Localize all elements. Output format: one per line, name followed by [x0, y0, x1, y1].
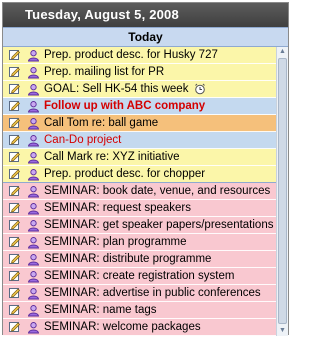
person-icon[interactable]: [25, 302, 41, 318]
task-row[interactable]: SEMINAR: create registration system: [3, 268, 276, 285]
task-text[interactable]: Call Tom re: ball game: [44, 115, 158, 131]
person-icon[interactable]: [25, 217, 41, 233]
task-row[interactable]: GOAL: Sell HK-54 this week: [3, 81, 276, 98]
edit-pencil-icon[interactable]: [7, 115, 23, 131]
person-icon[interactable]: [25, 132, 41, 148]
task-text[interactable]: Follow up with ABC company: [44, 98, 205, 114]
edit-pencil-icon[interactable]: [7, 302, 23, 318]
task-list: Prep. product desc. for Husky 727 Prep. m…: [3, 47, 288, 336]
task-row[interactable]: Call Mark re: XYZ initiative: [3, 149, 276, 166]
person-icon[interactable]: [25, 98, 41, 114]
scroll-down-arrow-icon[interactable]: ▼: [277, 326, 288, 336]
edit-pencil-icon[interactable]: [7, 285, 23, 301]
task-text[interactable]: GOAL: Sell HK-54 this week: [44, 81, 188, 97]
person-icon[interactable]: [25, 81, 41, 97]
scroll-up-arrow-icon[interactable]: ▲: [277, 47, 288, 57]
task-text[interactable]: Prep. product desc. for Husky 727: [44, 47, 218, 63]
task-row[interactable]: SEMINAR: name tags: [3, 302, 276, 319]
task-row[interactable]: Prep. product desc. for Husky 727: [3, 47, 276, 64]
today-section-header[interactable]: Today: [3, 27, 288, 47]
edit-pencil-icon[interactable]: [7, 200, 23, 216]
task-text[interactable]: Prep. mailing list for PR: [44, 64, 164, 80]
person-icon[interactable]: [25, 200, 41, 216]
task-panel: Tuesday, August 5, 2008 Today Prep. prod…: [2, 2, 289, 336]
task-row[interactable]: Follow up with ABC company: [3, 98, 276, 115]
scrollbar-thumb[interactable]: [278, 58, 287, 324]
task-text[interactable]: SEMINAR: get speaker papers/presentation…: [44, 217, 273, 233]
person-icon[interactable]: [25, 115, 41, 131]
edit-pencil-icon[interactable]: [7, 47, 23, 63]
person-icon[interactable]: [25, 251, 41, 267]
edit-pencil-icon[interactable]: [7, 132, 23, 148]
edit-pencil-icon[interactable]: [7, 166, 23, 182]
task-row[interactable]: SEMINAR: book date, venue, and resources: [3, 183, 276, 200]
scrollbar[interactable]: ▲ ▼: [276, 47, 288, 336]
edit-pencil-icon[interactable]: [7, 268, 23, 284]
person-icon[interactable]: [25, 268, 41, 284]
task-text[interactable]: SEMINAR: book date, venue, and resources: [44, 183, 270, 199]
alarm-clock-icon[interactable]: [192, 81, 208, 97]
task-row[interactable]: Can-Do project: [3, 132, 276, 149]
task-row[interactable]: SEMINAR: get speaker papers/presentation…: [3, 217, 276, 234]
person-icon[interactable]: [25, 319, 41, 335]
task-text[interactable]: SEMINAR: distribute programme: [44, 251, 211, 267]
task-row[interactable]: SEMINAR: distribute programme: [3, 251, 276, 268]
person-icon[interactable]: [25, 183, 41, 199]
person-icon[interactable]: [25, 149, 41, 165]
task-text[interactable]: SEMINAR: welcome packages: [44, 319, 201, 335]
task-row[interactable]: SEMINAR: request speakers: [3, 200, 276, 217]
person-icon[interactable]: [25, 47, 41, 63]
task-row[interactable]: Prep. product desc. for chopper: [3, 166, 276, 183]
edit-pencil-icon[interactable]: [7, 149, 23, 165]
task-text[interactable]: SEMINAR: advertise in public conferences: [44, 285, 261, 301]
edit-pencil-icon[interactable]: [7, 217, 23, 233]
task-text[interactable]: SEMINAR: name tags: [44, 302, 156, 318]
edit-pencil-icon[interactable]: [7, 234, 23, 250]
task-row[interactable]: Call Tom re: ball game: [3, 115, 276, 132]
edit-pencil-icon[interactable]: [7, 98, 23, 114]
task-text[interactable]: SEMINAR: request speakers: [44, 200, 191, 216]
person-icon[interactable]: [25, 166, 41, 182]
edit-pencil-icon[interactable]: [7, 319, 23, 335]
task-row[interactable]: SEMINAR: advertise in public conferences: [3, 285, 276, 302]
person-icon[interactable]: [25, 234, 41, 250]
task-row[interactable]: SEMINAR: plan programme: [3, 234, 276, 251]
task-text[interactable]: Can-Do project: [44, 132, 121, 148]
task-text[interactable]: Prep. product desc. for chopper: [44, 166, 205, 182]
date-header: Tuesday, August 5, 2008: [3, 3, 288, 27]
edit-pencil-icon[interactable]: [7, 251, 23, 267]
task-text[interactable]: SEMINAR: create registration system: [44, 268, 234, 284]
task-text[interactable]: Call Mark re: XYZ initiative: [44, 149, 179, 165]
task-text[interactable]: SEMINAR: plan programme: [44, 234, 187, 250]
task-rows: Prep. product desc. for Husky 727 Prep. m…: [3, 47, 276, 336]
edit-pencil-icon[interactable]: [7, 183, 23, 199]
edit-pencil-icon[interactable]: [7, 81, 23, 97]
person-icon[interactable]: [25, 285, 41, 301]
task-row[interactable]: Prep. mailing list for PR: [3, 64, 276, 81]
task-row[interactable]: SEMINAR: welcome packages: [3, 319, 276, 336]
person-icon[interactable]: [25, 64, 41, 80]
edit-pencil-icon[interactable]: [7, 64, 23, 80]
